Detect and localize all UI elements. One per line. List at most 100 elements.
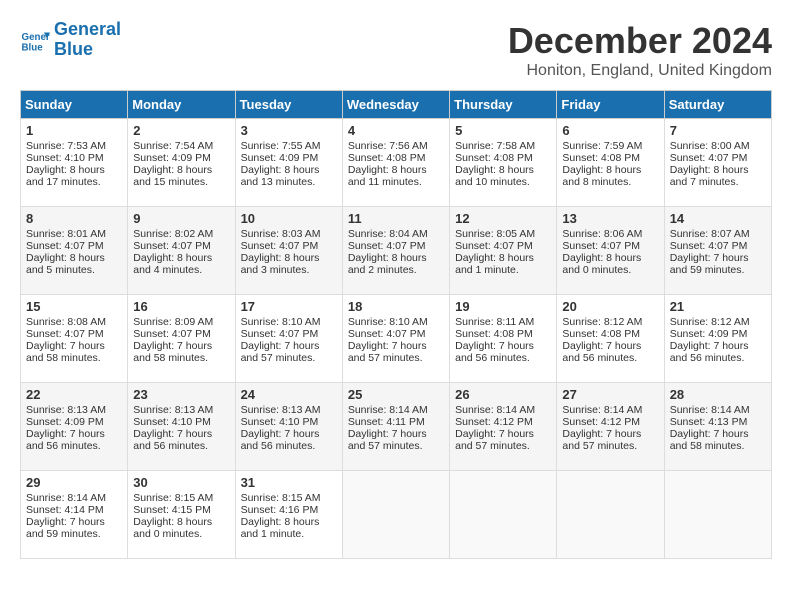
weekday-saturday: Saturday	[664, 91, 771, 119]
day-number: 3	[241, 123, 337, 138]
day-number: 17	[241, 299, 337, 314]
daylight-label: Daylight: 7 hours and 57 minutes.	[348, 340, 427, 364]
calendar-cell: 1 Sunrise: 7:53 AM Sunset: 4:10 PM Dayli…	[21, 119, 128, 207]
sunset-label: Sunset: 4:15 PM	[133, 504, 211, 516]
weekday-friday: Friday	[557, 91, 664, 119]
sunrise-label: Sunrise: 8:14 AM	[562, 404, 642, 416]
sunset-label: Sunset: 4:07 PM	[348, 328, 426, 340]
daylight-label: Daylight: 7 hours and 58 minutes.	[670, 428, 749, 452]
day-number: 24	[241, 387, 337, 402]
sunset-label: Sunset: 4:13 PM	[670, 416, 748, 428]
sunrise-label: Sunrise: 8:12 AM	[562, 316, 642, 328]
sunrise-label: Sunrise: 8:13 AM	[26, 404, 106, 416]
sunset-label: Sunset: 4:08 PM	[455, 152, 533, 164]
day-number: 20	[562, 299, 658, 314]
logo: General Blue General Blue	[20, 20, 121, 60]
sunrise-label: Sunrise: 8:01 AM	[26, 228, 106, 240]
sunset-label: Sunset: 4:07 PM	[26, 240, 104, 252]
calendar-cell: 28 Sunrise: 8:14 AM Sunset: 4:13 PM Dayl…	[664, 383, 771, 471]
calendar-cell: 30 Sunrise: 8:15 AM Sunset: 4:15 PM Dayl…	[128, 471, 235, 559]
calendar-cell: 12 Sunrise: 8:05 AM Sunset: 4:07 PM Dayl…	[450, 207, 557, 295]
day-number: 28	[670, 387, 766, 402]
sunset-label: Sunset: 4:07 PM	[348, 240, 426, 252]
daylight-label: Daylight: 8 hours and 2 minutes.	[348, 252, 427, 276]
calendar-table: SundayMondayTuesdayWednesdayThursdayFrid…	[20, 90, 772, 559]
day-number: 23	[133, 387, 229, 402]
sunrise-label: Sunrise: 8:03 AM	[241, 228, 321, 240]
sunset-label: Sunset: 4:12 PM	[455, 416, 533, 428]
calendar-cell: 22 Sunrise: 8:13 AM Sunset: 4:09 PM Dayl…	[21, 383, 128, 471]
day-number: 16	[133, 299, 229, 314]
calendar-cell: 14 Sunrise: 8:07 AM Sunset: 4:07 PM Dayl…	[664, 207, 771, 295]
sunrise-label: Sunrise: 8:15 AM	[133, 492, 213, 504]
day-number: 26	[455, 387, 551, 402]
day-number: 25	[348, 387, 444, 402]
sunrise-label: Sunrise: 8:10 AM	[348, 316, 428, 328]
sunset-label: Sunset: 4:10 PM	[26, 152, 104, 164]
sunrise-label: Sunrise: 8:14 AM	[670, 404, 750, 416]
sunset-label: Sunset: 4:09 PM	[241, 152, 319, 164]
calendar-cell: 4 Sunrise: 7:56 AM Sunset: 4:08 PM Dayli…	[342, 119, 449, 207]
sunset-label: Sunset: 4:14 PM	[26, 504, 104, 516]
sunrise-label: Sunrise: 8:08 AM	[26, 316, 106, 328]
calendar-cell: 13 Sunrise: 8:06 AM Sunset: 4:07 PM Dayl…	[557, 207, 664, 295]
calendar-cell: 26 Sunrise: 8:14 AM Sunset: 4:12 PM Dayl…	[450, 383, 557, 471]
weekday-thursday: Thursday	[450, 91, 557, 119]
sunset-label: Sunset: 4:09 PM	[670, 328, 748, 340]
calendar-cell: 18 Sunrise: 8:10 AM Sunset: 4:07 PM Dayl…	[342, 295, 449, 383]
day-number: 2	[133, 123, 229, 138]
day-number: 5	[455, 123, 551, 138]
day-number: 22	[26, 387, 122, 402]
sunrise-label: Sunrise: 8:09 AM	[133, 316, 213, 328]
day-number: 14	[670, 211, 766, 226]
calendar-cell: 27 Sunrise: 8:14 AM Sunset: 4:12 PM Dayl…	[557, 383, 664, 471]
day-number: 7	[670, 123, 766, 138]
sunset-label: Sunset: 4:07 PM	[133, 328, 211, 340]
daylight-label: Daylight: 8 hours and 1 minute.	[241, 516, 320, 540]
calendar-cell: 3 Sunrise: 7:55 AM Sunset: 4:09 PM Dayli…	[235, 119, 342, 207]
calendar-cell: 9 Sunrise: 8:02 AM Sunset: 4:07 PM Dayli…	[128, 207, 235, 295]
sunset-label: Sunset: 4:07 PM	[562, 240, 640, 252]
calendar-cell: 15 Sunrise: 8:08 AM Sunset: 4:07 PM Dayl…	[21, 295, 128, 383]
day-number: 12	[455, 211, 551, 226]
sunrise-label: Sunrise: 8:10 AM	[241, 316, 321, 328]
weekday-wednesday: Wednesday	[342, 91, 449, 119]
day-number: 11	[348, 211, 444, 226]
daylight-label: Daylight: 7 hours and 56 minutes.	[133, 428, 212, 452]
sunset-label: Sunset: 4:10 PM	[133, 416, 211, 428]
calendar-cell: 6 Sunrise: 7:59 AM Sunset: 4:08 PM Dayli…	[557, 119, 664, 207]
day-number: 1	[26, 123, 122, 138]
calendar-cell: 17 Sunrise: 8:10 AM Sunset: 4:07 PM Dayl…	[235, 295, 342, 383]
calendar-cell: 10 Sunrise: 8:03 AM Sunset: 4:07 PM Dayl…	[235, 207, 342, 295]
sunset-label: Sunset: 4:07 PM	[455, 240, 533, 252]
sunrise-label: Sunrise: 8:06 AM	[562, 228, 642, 240]
daylight-label: Daylight: 7 hours and 57 minutes.	[455, 428, 534, 452]
daylight-label: Daylight: 8 hours and 3 minutes.	[241, 252, 320, 276]
daylight-label: Daylight: 7 hours and 58 minutes.	[133, 340, 212, 364]
sunrise-label: Sunrise: 8:12 AM	[670, 316, 750, 328]
daylight-label: Daylight: 7 hours and 59 minutes.	[26, 516, 105, 540]
sunset-label: Sunset: 4:07 PM	[241, 328, 319, 340]
daylight-label: Daylight: 8 hours and 15 minutes.	[133, 164, 212, 188]
day-number: 8	[26, 211, 122, 226]
daylight-label: Daylight: 7 hours and 58 minutes.	[26, 340, 105, 364]
calendar-cell: 16 Sunrise: 8:09 AM Sunset: 4:07 PM Dayl…	[128, 295, 235, 383]
sunrise-label: Sunrise: 8:13 AM	[241, 404, 321, 416]
calendar-cell: 8 Sunrise: 8:01 AM Sunset: 4:07 PM Dayli…	[21, 207, 128, 295]
logo-text: General Blue	[54, 20, 121, 60]
sunset-label: Sunset: 4:07 PM	[670, 152, 748, 164]
day-number: 21	[670, 299, 766, 314]
sunrise-label: Sunrise: 8:02 AM	[133, 228, 213, 240]
sunrise-label: Sunrise: 8:05 AM	[455, 228, 535, 240]
calendar-cell	[557, 471, 664, 559]
daylight-label: Daylight: 8 hours and 0 minutes.	[562, 252, 641, 276]
daylight-label: Daylight: 7 hours and 57 minutes.	[562, 428, 641, 452]
title-area: December 2024 Honiton, England, United K…	[508, 20, 772, 80]
day-number: 18	[348, 299, 444, 314]
daylight-label: Daylight: 8 hours and 11 minutes.	[348, 164, 427, 188]
daylight-label: Daylight: 8 hours and 8 minutes.	[562, 164, 641, 188]
daylight-label: Daylight: 8 hours and 1 minute.	[455, 252, 534, 276]
sunset-label: Sunset: 4:07 PM	[26, 328, 104, 340]
calendar-week-1: 1 Sunrise: 7:53 AM Sunset: 4:10 PM Dayli…	[21, 119, 772, 207]
sunrise-label: Sunrise: 7:58 AM	[455, 140, 535, 152]
